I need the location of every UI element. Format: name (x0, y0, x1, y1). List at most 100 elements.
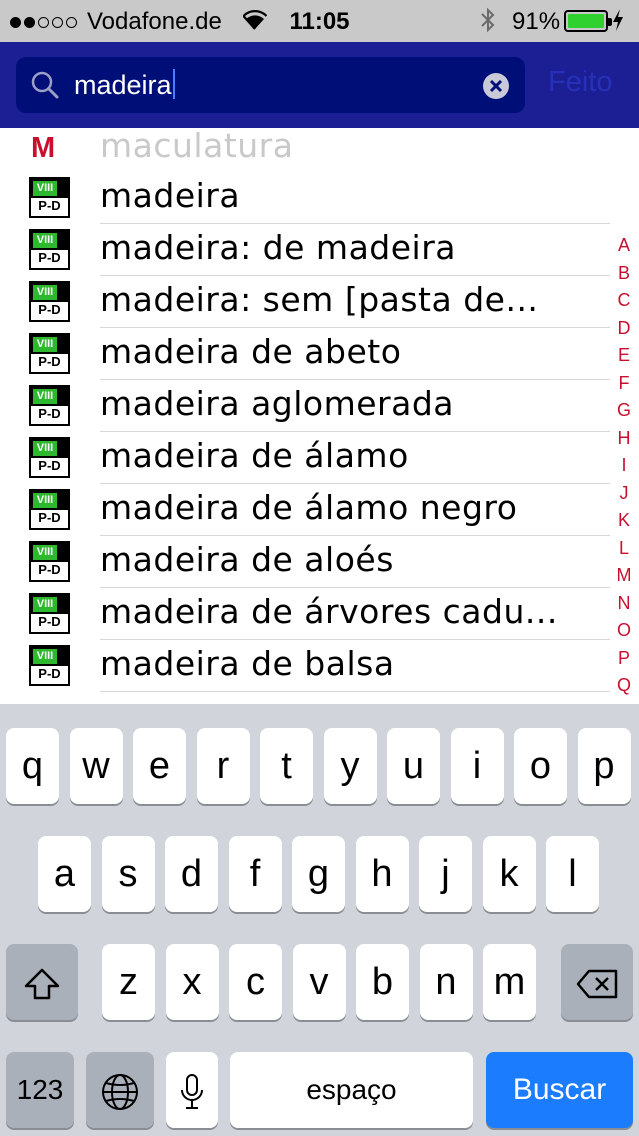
globe-key[interactable] (86, 1052, 154, 1128)
key-l[interactable]: l (546, 836, 599, 912)
row-divider (100, 691, 610, 692)
list-item-label: madeira de álamo negro (100, 488, 518, 527)
list-item[interactable]: VIII P-D madeira de balsa (0, 640, 610, 692)
list-item-label: madeira (100, 176, 241, 215)
index-letter[interactable]: M (609, 562, 639, 590)
results-list[interactable]: M maculatura VIII P-D madeira VIII P-D madeir… (0, 128, 639, 704)
alphabet-index[interactable]: ABCDEFGHIJKLMNOPQ (609, 232, 639, 700)
index-letter[interactable]: F (609, 370, 639, 398)
key-y[interactable]: y (323, 728, 377, 804)
index-letter[interactable]: O (609, 617, 639, 645)
index-letter[interactable]: D (609, 315, 639, 343)
key-c[interactable]: c (229, 944, 282, 1020)
key-k[interactable]: k (482, 836, 536, 912)
globe-icon (102, 1073, 138, 1110)
list-item-label: madeira de abeto (100, 332, 402, 371)
index-letter[interactable]: G (609, 397, 639, 425)
index-letter[interactable]: A (609, 232, 639, 260)
key-w[interactable]: w (69, 728, 123, 804)
index-letter[interactable]: J (609, 480, 639, 508)
index-letter[interactable]: Q (609, 672, 639, 700)
list-item-label: madeira de árvores cadu... (100, 592, 558, 631)
search-query-text: madeira (74, 70, 172, 100)
index-letter[interactable]: E (609, 342, 639, 370)
list-item-label: madeira de aloés (100, 540, 394, 579)
section-letter: M (31, 132, 56, 164)
key-q[interactable]: q (6, 728, 59, 804)
key-h[interactable]: h (355, 836, 409, 912)
list-item-label: madeira: sem [pasta de... (100, 280, 539, 319)
list-item[interactable]: VIII P-D madeira aglomerada (0, 380, 610, 432)
key-m[interactable]: m (483, 944, 536, 1020)
index-letter[interactable]: P (609, 645, 639, 673)
bluetooth-icon (480, 7, 496, 40)
key-n[interactable]: n (419, 944, 473, 1020)
index-letter[interactable]: H (609, 425, 639, 453)
book-icon: VIII P-D (29, 489, 70, 530)
book-icon: VIII P-D (29, 541, 70, 582)
done-button[interactable]: Feito (548, 66, 612, 99)
search-icon (30, 70, 60, 104)
space-key[interactable]: espaço (230, 1052, 473, 1128)
key-j[interactable]: j (419, 836, 472, 912)
book-icon: VIII P-D (29, 333, 70, 374)
list-item[interactable]: VIII P-D madeira de abeto (0, 328, 610, 380)
index-letter[interactable]: C (609, 287, 639, 315)
key-r[interactable]: r (196, 728, 250, 804)
list-item[interactable]: VIII P-D madeira: de madeira (0, 224, 610, 276)
list-item[interactable]: VIII P-D madeira de álamo negro (0, 484, 610, 536)
key-i[interactable]: i (450, 728, 504, 804)
backspace-key[interactable] (561, 944, 633, 1020)
list-item[interactable]: VIII P-D madeira de aloés (0, 536, 610, 588)
list-item[interactable]: VIII P-D madeira (0, 172, 610, 224)
list-item[interactable]: VIII P-D madeira de árvores cadu... (0, 588, 610, 640)
key-t[interactable]: t (260, 728, 313, 804)
key-f[interactable]: f (228, 836, 282, 912)
key-p[interactable]: p (577, 728, 631, 804)
book-icon: VIII P-D (29, 281, 70, 322)
list-item[interactable]: VIII P-D madeira: sem [pasta de... (0, 276, 610, 328)
search-input[interactable]: madeira (16, 57, 525, 113)
battery-icon (564, 10, 612, 32)
list-item-label: madeira aglomerada (100, 384, 455, 423)
key-a[interactable]: a (38, 836, 91, 912)
key-v[interactable]: v (292, 944, 346, 1020)
key-d[interactable]: d (165, 836, 218, 912)
key-x[interactable]: x (165, 944, 219, 1020)
search-header: madeira Feito (0, 42, 639, 128)
battery-percent: 91% (512, 8, 561, 35)
status-bar: Vodafone.de 11:05 91% (0, 0, 639, 42)
microphone-icon (181, 1073, 203, 1109)
list-item-label: madeira de balsa (100, 644, 395, 683)
search-key[interactable]: Buscar (486, 1052, 633, 1128)
key-e[interactable]: e (133, 728, 186, 804)
list-item-label: madeira de álamo (100, 436, 409, 475)
index-letter[interactable]: B (609, 260, 639, 288)
index-letter[interactable]: I (609, 452, 639, 480)
key-z[interactable]: z (102, 944, 155, 1020)
book-icon: VIII P-D (29, 437, 70, 478)
index-letter[interactable]: L (609, 535, 639, 563)
text-caret (172, 69, 175, 99)
index-letter[interactable]: K (609, 507, 639, 535)
list-item-label: madeira: de madeira (100, 228, 456, 267)
shift-key[interactable] (6, 944, 78, 1020)
book-icon: VIII P-D (29, 385, 70, 426)
book-icon: VIII P-D (29, 593, 70, 634)
clear-icon[interactable] (483, 73, 509, 99)
key-s[interactable]: s (101, 836, 155, 912)
index-letter[interactable]: N (609, 590, 639, 618)
book-icon: VIII P-D (29, 645, 70, 686)
numbers-key[interactable]: 123 (6, 1052, 74, 1128)
key-g[interactable]: g (292, 836, 345, 912)
key-b[interactable]: b (356, 944, 409, 1020)
charging-bolt-icon (612, 8, 624, 38)
shift-icon (24, 968, 60, 1000)
dictation-key[interactable] (166, 1052, 218, 1128)
key-u[interactable]: u (387, 728, 440, 804)
list-item-partial[interactable]: M maculatura (0, 128, 610, 168)
keyboard: q w e r t y u i o p a s d f g h j k l z x c v b n m 123 espaço Busca… (0, 704, 639, 1136)
list-item[interactable]: VIII P-D madeira de álamo (0, 432, 610, 484)
book-icon: VIII P-D (29, 177, 70, 218)
key-o[interactable]: o (514, 728, 567, 804)
